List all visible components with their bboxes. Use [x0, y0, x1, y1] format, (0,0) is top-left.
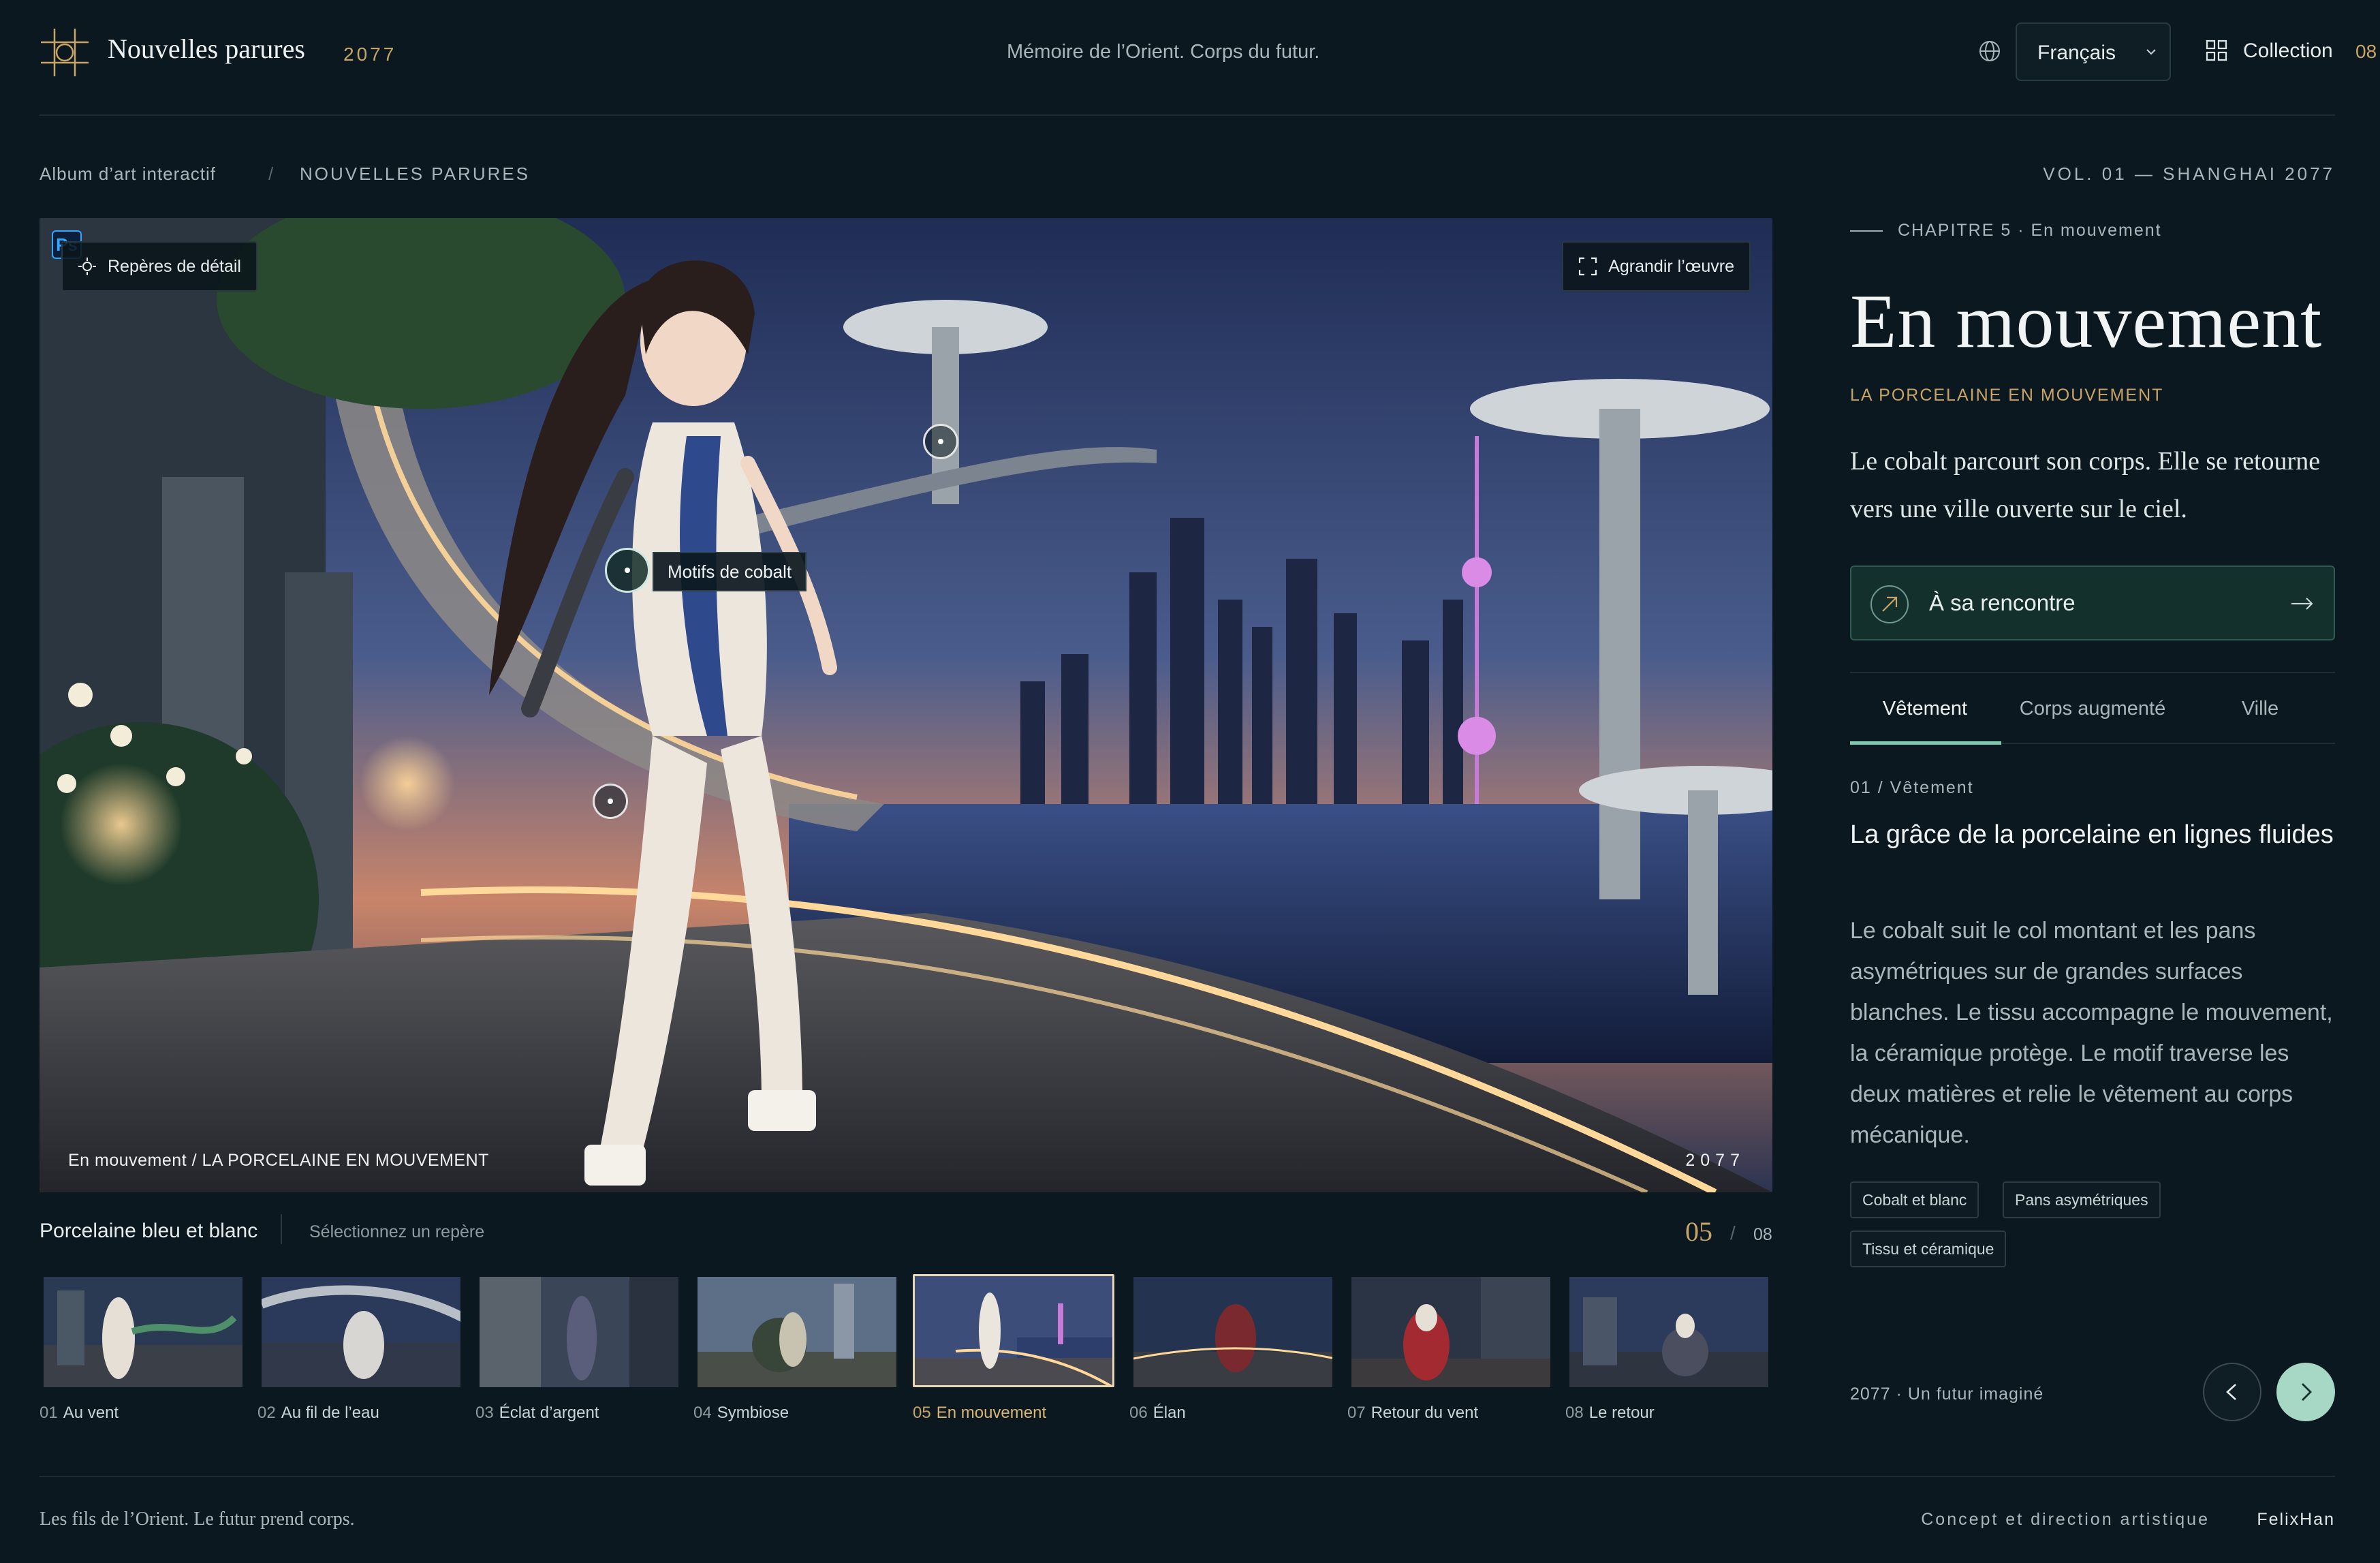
- collection-button[interactable]: Collection: [2243, 40, 2333, 63]
- chapter-rule: [1850, 230, 1883, 232]
- arrow-right-icon: [2291, 598, 2313, 610]
- enlarge-label: Agrandir l’œuvre: [1608, 256, 1734, 276]
- hotspot-marker[interactable]: [593, 784, 628, 819]
- meet-her-button[interactable]: À sa rencontre: [1850, 566, 2335, 640]
- footer-credit-name[interactable]: FelixHan: [2257, 1510, 2335, 1530]
- thumbnail-3[interactable]: [478, 1275, 680, 1389]
- thumbnail-label-1[interactable]: 01 Au vent: [40, 1404, 119, 1423]
- tag-chip[interactable]: Pans asymétriques: [2003, 1181, 2161, 1218]
- volume-label: VOL. 01 — SHANGHAI 2077: [2043, 164, 2335, 184]
- thumbnail-label-5[interactable]: 05 En mouvement: [913, 1404, 1046, 1423]
- expand-icon: [1579, 257, 1597, 276]
- chevron-right-icon: [2302, 1383, 2312, 1401]
- thumbnail-label-2[interactable]: 02 Au fil de l’eau: [257, 1404, 379, 1423]
- panel-footer-note: 2077 · Un futur imaginé: [1850, 1384, 2044, 1404]
- panel-subtitle: LA PORCELAINE EN MOUVEMENT: [1850, 386, 2164, 405]
- tab-corps-augmente[interactable]: Corps augmenté: [2018, 698, 2167, 720]
- thumbnail-8[interactable]: [1568, 1275, 1770, 1389]
- tag-chip[interactable]: Tissu et céramique: [1850, 1231, 2007, 1267]
- slide-counter-separator: /: [1730, 1222, 1736, 1243]
- thumbnail-7[interactable]: [1350, 1275, 1552, 1389]
- footer-motto: Les fils de l’Orient. Le futur prend cor…: [40, 1508, 355, 1530]
- artwork-caption: En mouvement / LA PORCELAINE EN MOUVEMEN…: [68, 1151, 489, 1170]
- brand-title[interactable]: Nouvelles parures: [108, 33, 305, 65]
- artwork-year: 2077: [1685, 1151, 1745, 1170]
- hotspot-label: Motifs de cobalt: [653, 552, 807, 591]
- artwork-illustration: [40, 218, 1772, 1192]
- tag-chip[interactable]: Cobalt et blanc: [1850, 1181, 1979, 1218]
- tagline: Mémoire de l’Orient. Corps du futur.: [1007, 41, 1320, 63]
- thumbnail-label-3[interactable]: 03 Éclat d’argent: [475, 1404, 599, 1423]
- grid-icon[interactable]: [2206, 40, 2227, 61]
- breadcrumb-root[interactable]: Album d’art interactif: [40, 164, 216, 185]
- arrow-up-right-icon: [1870, 585, 1909, 623]
- meet-her-label: À sa rencontre: [1929, 590, 2076, 615]
- thumbnail-1[interactable]: [42, 1275, 244, 1389]
- footer-credit-label: Concept et direction artistique: [1921, 1510, 2210, 1529]
- language-value: Français: [2037, 42, 2116, 64]
- panel-lead: Le cobalt parcourt son corps. Elle se re…: [1850, 447, 2321, 523]
- crosshair-icon: [78, 258, 96, 275]
- top-bar: Nouvelles parures 2077 Mémoire de l’Orie…: [40, 0, 2377, 116]
- thumbnail-5-active[interactable]: [913, 1274, 1114, 1387]
- chevron-down-icon: [2146, 49, 2156, 55]
- thumbnail-2[interactable]: [260, 1275, 462, 1389]
- divider: [281, 1214, 282, 1244]
- footer-divider: [40, 1476, 2335, 1477]
- panel-title: En mouvement: [1850, 279, 2323, 364]
- slide-counter-total: 08: [1753, 1225, 1772, 1244]
- tab-ville[interactable]: Ville: [2185, 698, 2335, 720]
- brand-year: 2077: [343, 44, 397, 65]
- section-body: Le cobalt suit le col montant et les pan…: [1850, 918, 2333, 1148]
- tab-vetement[interactable]: Vêtement: [1850, 698, 2000, 720]
- breadcrumb-separator: /: [268, 164, 274, 184]
- detail-panel: CHAPITRE 5 · En mouvement En mouvement L…: [1850, 218, 2335, 1444]
- thumbnail-4[interactable]: [696, 1275, 898, 1389]
- thumbnail-strip: 01 Au vent 02 Au fil de l’eau 03 Éclat d’ar…: [40, 1274, 1772, 1425]
- chapter-label: CHAPITRE 5 · En mouvement: [1898, 221, 2162, 240]
- slide-counter-current: 05: [1685, 1216, 1712, 1247]
- ornament-grid-icon[interactable]: [40, 27, 90, 78]
- previous-button[interactable]: [2203, 1363, 2261, 1421]
- section-title: La grâce de la porcelaine en lignes flui…: [1850, 820, 2334, 849]
- language-select[interactable]: Français: [2016, 22, 2171, 81]
- chevron-left-icon: [2226, 1384, 2236, 1400]
- thumbnail-label-7[interactable]: 07 Retour du vent: [1347, 1404, 1478, 1423]
- active-tab-indicator: [1850, 741, 2001, 745]
- thumbnail-label-8[interactable]: 08 Le retour: [1565, 1404, 1655, 1423]
- material-title: Porcelaine bleu et blanc: [40, 1220, 258, 1242]
- enlarge-button[interactable]: Agrandir l’œuvre: [1562, 241, 1751, 292]
- thumbnail-label-4[interactable]: 04 Symbiose: [693, 1404, 789, 1423]
- globe-icon: [1979, 41, 2000, 61]
- artwork-viewer[interactable]: Ps Repères de détail Agrandir l’œuvre Mo…: [40, 218, 1772, 1192]
- thumbnail-label-6[interactable]: 06 Élan: [1129, 1404, 1186, 1423]
- hotspot-marker-active[interactable]: [605, 548, 650, 593]
- tabs-divider: [1850, 672, 2335, 673]
- next-button[interactable]: [2276, 1363, 2335, 1421]
- collection-count: 08: [2355, 41, 2377, 62]
- hotspot-marker[interactable]: [923, 424, 958, 459]
- details-label: Repères de détail: [108, 256, 241, 276]
- breadcrumb-current: NOUVELLES PARURES: [300, 164, 531, 184]
- details-toggle-button[interactable]: Repères de détail: [61, 241, 257, 292]
- material-hint: Sélectionnez un repère: [309, 1222, 485, 1241]
- thumbnail-6[interactable]: [1132, 1275, 1334, 1389]
- section-label: 01 / Vêtement: [1850, 778, 1974, 797]
